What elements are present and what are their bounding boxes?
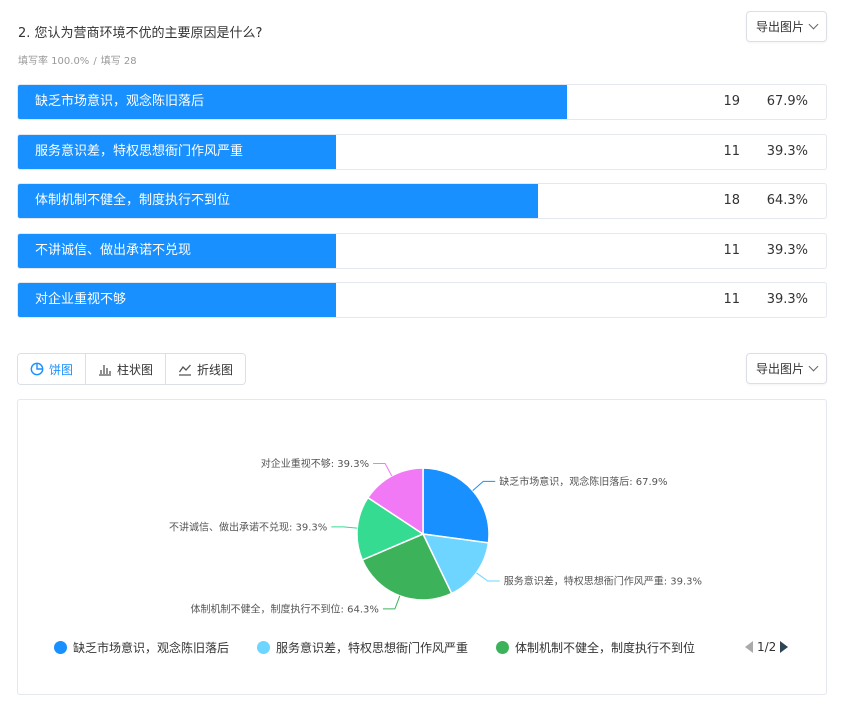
bar-chart-icon (99, 365, 112, 376)
result-row: 体制机制不健全，制度执行不到位 18 64.3% (17, 183, 827, 219)
legend-prev-icon[interactable] (745, 641, 753, 653)
tab-bar-label: 柱状图 (117, 362, 154, 377)
result-count: 11 (723, 242, 740, 258)
legend-marker (257, 641, 271, 654)
result-count: 11 (723, 143, 740, 159)
result-percent: 39.3% (766, 143, 808, 159)
chart-legend: 缺乏市场意识，观念陈旧落后 服务意识差，特权思想衙门作风严重 体制机制不健全，制度执… (54, 639, 723, 656)
pie-leader-line (476, 572, 500, 582)
tab-bar[interactable]: 柱状图 (86, 354, 167, 384)
legend-label: 体制机制不健全，制度执行不到位 (515, 641, 696, 655)
chevron-down-icon (808, 361, 819, 372)
fill-count: 填写 28 (100, 56, 137, 67)
export-image-button-top[interactable]: 导出图片 (746, 11, 827, 42)
legend-item[interactable]: 缺乏市场意识，观念陈旧落后 (54, 639, 229, 656)
tab-line-label: 折线图 (197, 362, 234, 377)
legend-marker (496, 641, 510, 654)
result-count: 11 (723, 292, 740, 307)
tab-pie-label: 饼图 (49, 362, 74, 377)
pie-slice[interactable] (422, 467, 490, 544)
result-count: 18 (723, 193, 740, 208)
export-image-label: 导出图片 (755, 362, 804, 376)
result-label: 对企业重视不够 (35, 292, 127, 307)
pie-slice-label: 对企业重视不够: 39.3% (261, 457, 369, 470)
legend-item[interactable]: 体制机制不健全，制度执行不到位 (496, 639, 695, 656)
legend-label: 缺乏市场意识，观念陈旧落后 (73, 641, 230, 655)
result-percent: 64.3% (766, 193, 808, 208)
legend-marker (54, 641, 67, 654)
result-percent: 39.3% (766, 292, 808, 307)
result-label: 服务意识差，特权思想衙门作风严重 (35, 143, 244, 159)
tab-pie[interactable]: 饼图 (18, 354, 87, 384)
result-row: 缺乏市场意识，观念陈旧落后 19 67.9% (17, 84, 827, 120)
result-row: 对企业重视不够 11 39.3% (17, 282, 827, 318)
pie-slice-label: 服务意识差，特权思想衙门作风严重: 39.3% (504, 575, 702, 588)
result-label: 体制机制不健全，制度执行不到位 (35, 193, 231, 208)
pie-chart-panel: 缺乏市场意识，观念陈旧落后: 67.9% 服务意识差，特权思想衙门作风严重: 39… (17, 399, 827, 695)
pie-leader-line (373, 463, 393, 477)
result-percent: 67.9% (766, 94, 808, 109)
result-bars: 缺乏市场意识，观念陈旧落后 19 67.9% 服务意识差，特权思想衙门作风严重 11 39… (17, 84, 827, 332)
pie-icon (30, 362, 44, 376)
fill-stats: 填写率 100.0% / 填写 28 (18, 52, 137, 67)
legend-page: 1/2 (757, 640, 777, 654)
pie-leader-line (331, 526, 358, 529)
legend-label: 服务意识差，特权思想衙门作风严重 (276, 641, 469, 655)
result-row: 服务意识差，特权思想衙门作风严重 11 39.3% (17, 133, 827, 170)
export-image-button-chart[interactable]: 导出图片 (746, 353, 827, 384)
result-label: 不讲诚信、做出承诺不兑现 (35, 242, 192, 258)
fill-separator: / (93, 56, 97, 67)
result-row: 不讲诚信、做出承诺不兑现 11 39.3% (17, 232, 827, 269)
export-image-label: 导出图片 (755, 20, 804, 34)
chart-type-tabs: 饼图 柱状图 折线图 (17, 353, 247, 385)
pie-slice-label: 体制机制不健全，制度执行不到位: 64.3% (191, 602, 379, 615)
pie-leader-line (382, 595, 401, 610)
pie-leader-line (472, 480, 496, 491)
chevron-down-icon (808, 19, 819, 30)
legend-next-icon[interactable] (780, 641, 789, 653)
question-title: 2. 您认为营商环境不优的主要原因是什么? (18, 26, 263, 41)
result-count: 19 (723, 94, 740, 109)
line-chart-icon (178, 364, 192, 376)
pie-slice-label: 不讲诚信、做出承诺不兑现: 39.3% (169, 520, 327, 533)
pie-slice-label: 缺乏市场意识，观念陈旧落后: 67.9% (499, 475, 667, 488)
fill-rate: 填写率 100.0% (18, 56, 90, 67)
legend-pager: 1/2 (745, 640, 789, 654)
legend-item[interactable]: 服务意识差，特权思想衙门作风严重 (257, 639, 468, 656)
result-percent: 39.3% (766, 242, 808, 258)
tab-line[interactable]: 折线图 (166, 354, 246, 384)
result-label: 缺乏市场意识，观念陈旧落后 (35, 94, 205, 109)
